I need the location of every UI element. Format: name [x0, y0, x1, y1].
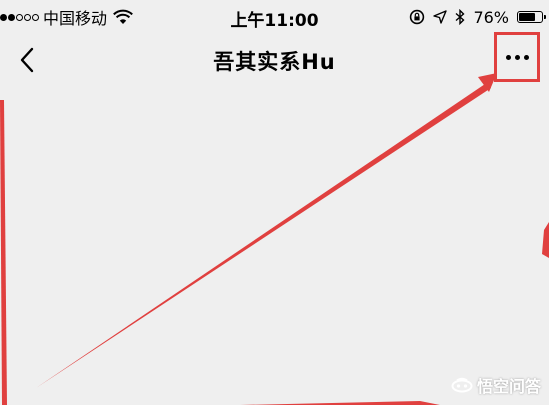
- status-right: 76%: [409, 6, 546, 28]
- battery-level-fill: [519, 13, 535, 21]
- more-dot: [523, 54, 529, 60]
- battery-percent: 76%: [473, 7, 509, 27]
- content-area: [0, 88, 549, 405]
- more-button[interactable]: [494, 32, 540, 82]
- navigation-bar: 吾其实系Hu: [0, 32, 549, 88]
- rotation-lock-icon: [410, 9, 425, 25]
- status-bar: 中国移动 上午11:00 76%: [0, 0, 549, 32]
- more-dot: [514, 54, 520, 60]
- bluetooth-icon: [455, 9, 465, 25]
- watermark-text: 悟空问答: [476, 377, 541, 396]
- page-title: 吾其实系Hu: [213, 50, 336, 74]
- watermark: 悟空问答: [451, 373, 541, 397]
- wukong-logo-icon: [451, 377, 473, 393]
- more-dot: [505, 54, 511, 60]
- location-arrow-icon: [433, 10, 448, 24]
- battery-icon: [517, 11, 546, 23]
